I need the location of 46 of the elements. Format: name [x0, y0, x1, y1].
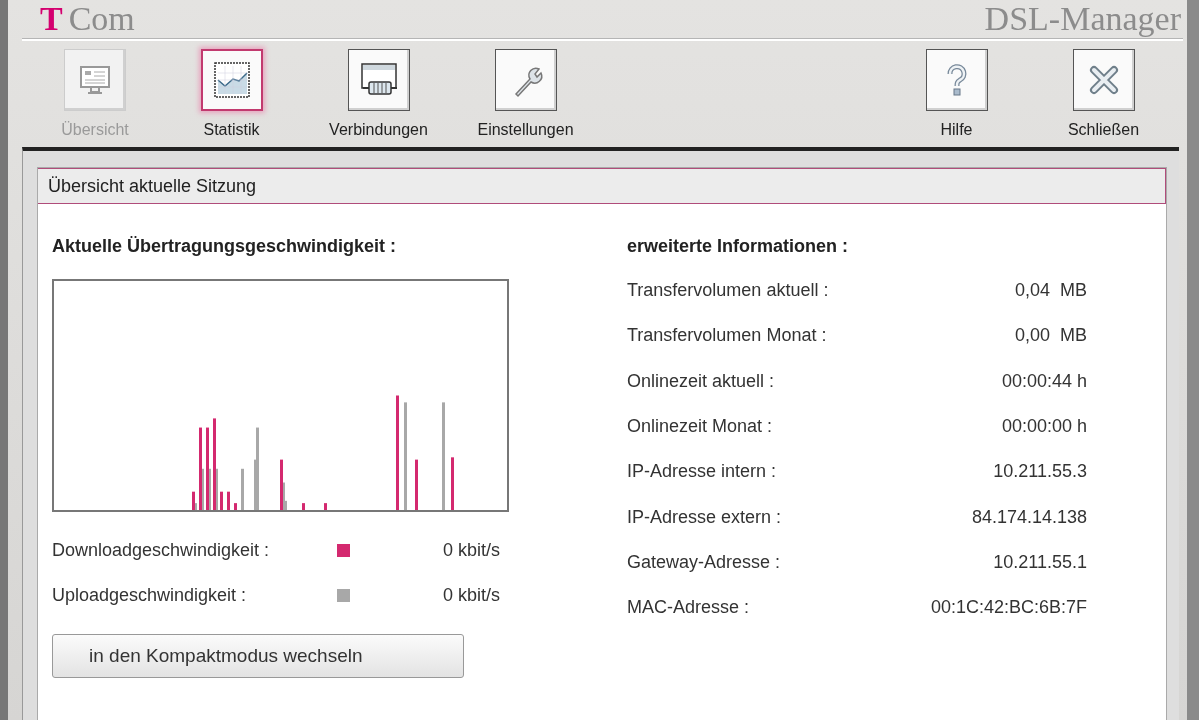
- info-label: Onlinezeit aktuell :: [627, 370, 775, 392]
- help-toolbar-button[interactable]: [925, 49, 988, 111]
- download-bar: [324, 503, 327, 510]
- download-bar: [302, 503, 305, 510]
- compact-mode-button[interactable]: in den Kompaktmodus wechseln: [52, 634, 464, 678]
- close-toolbar-button[interactable]: [1072, 49, 1135, 111]
- download-bar: [220, 491, 223, 510]
- info-label: IP-Adresse extern :: [627, 506, 782, 528]
- settings-toolbar-button[interactable]: [494, 49, 557, 111]
- info-value: 0,04 MB: [1014, 280, 1087, 302]
- download-bar: [192, 491, 195, 510]
- section-title: Übersicht aktuelle Sitzung: [38, 168, 1166, 204]
- info-label: IP-Adresse intern :: [627, 461, 777, 483]
- logo: T Com: [40, 2, 135, 36]
- toolbar-label[interactable]: Statistik: [203, 121, 260, 139]
- legend-label: Uploadgeschwindigkeit :: [52, 585, 248, 606]
- info-label: MAC-Adresse :: [627, 597, 750, 619]
- info-label: Transfervolumen aktuell :: [627, 280, 829, 302]
- upload-bar: [241, 468, 244, 510]
- app-title: DSL-Manager: [984, 2, 1181, 36]
- info-value: 00:00:00 h: [1001, 416, 1087, 438]
- legend-label: Downloadgeschwindigkeit :: [52, 540, 271, 561]
- info-label: Onlinezeit Monat :: [627, 416, 773, 438]
- download-bar: [451, 457, 454, 510]
- info-value: 00:00:44 h: [1001, 370, 1087, 392]
- download-bar: [234, 503, 237, 510]
- info-label: Transfervolumen Monat :: [627, 325, 827, 347]
- toolbar-label[interactable]: Einstellungen: [477, 121, 574, 139]
- info-value: 10.211.55.1: [993, 551, 1087, 573]
- speed-value: 0 kbit/s: [441, 540, 500, 561]
- toolbar-label[interactable]: Schließen: [1067, 121, 1140, 139]
- download-bar: [280, 459, 283, 510]
- toolbar-label[interactable]: Hilfe: [940, 121, 973, 139]
- speed-heading: Aktuelle Übertragungsgeschwindigkeit :: [52, 236, 398, 258]
- info-value: 10.211.55.3: [993, 461, 1087, 483]
- download-bar: [415, 459, 418, 510]
- toolbar-label[interactable]: Verbindungen: [329, 121, 428, 139]
- connections-toolbar-button[interactable]: [347, 49, 410, 111]
- info-label: Gateway-Adresse :: [627, 551, 781, 573]
- download-bar: [227, 491, 230, 510]
- info-heading: erweiterte Informationen :: [627, 236, 850, 258]
- info-value: 00:1C:42:BC:6B:7F: [930, 597, 1087, 619]
- statistics-toolbar-button[interactable]: [200, 49, 263, 111]
- info-value: 84.174.14.138: [971, 506, 1087, 528]
- info-value: 0,00 MB: [1014, 325, 1087, 347]
- speed-value: 0 kbit/s: [441, 585, 500, 606]
